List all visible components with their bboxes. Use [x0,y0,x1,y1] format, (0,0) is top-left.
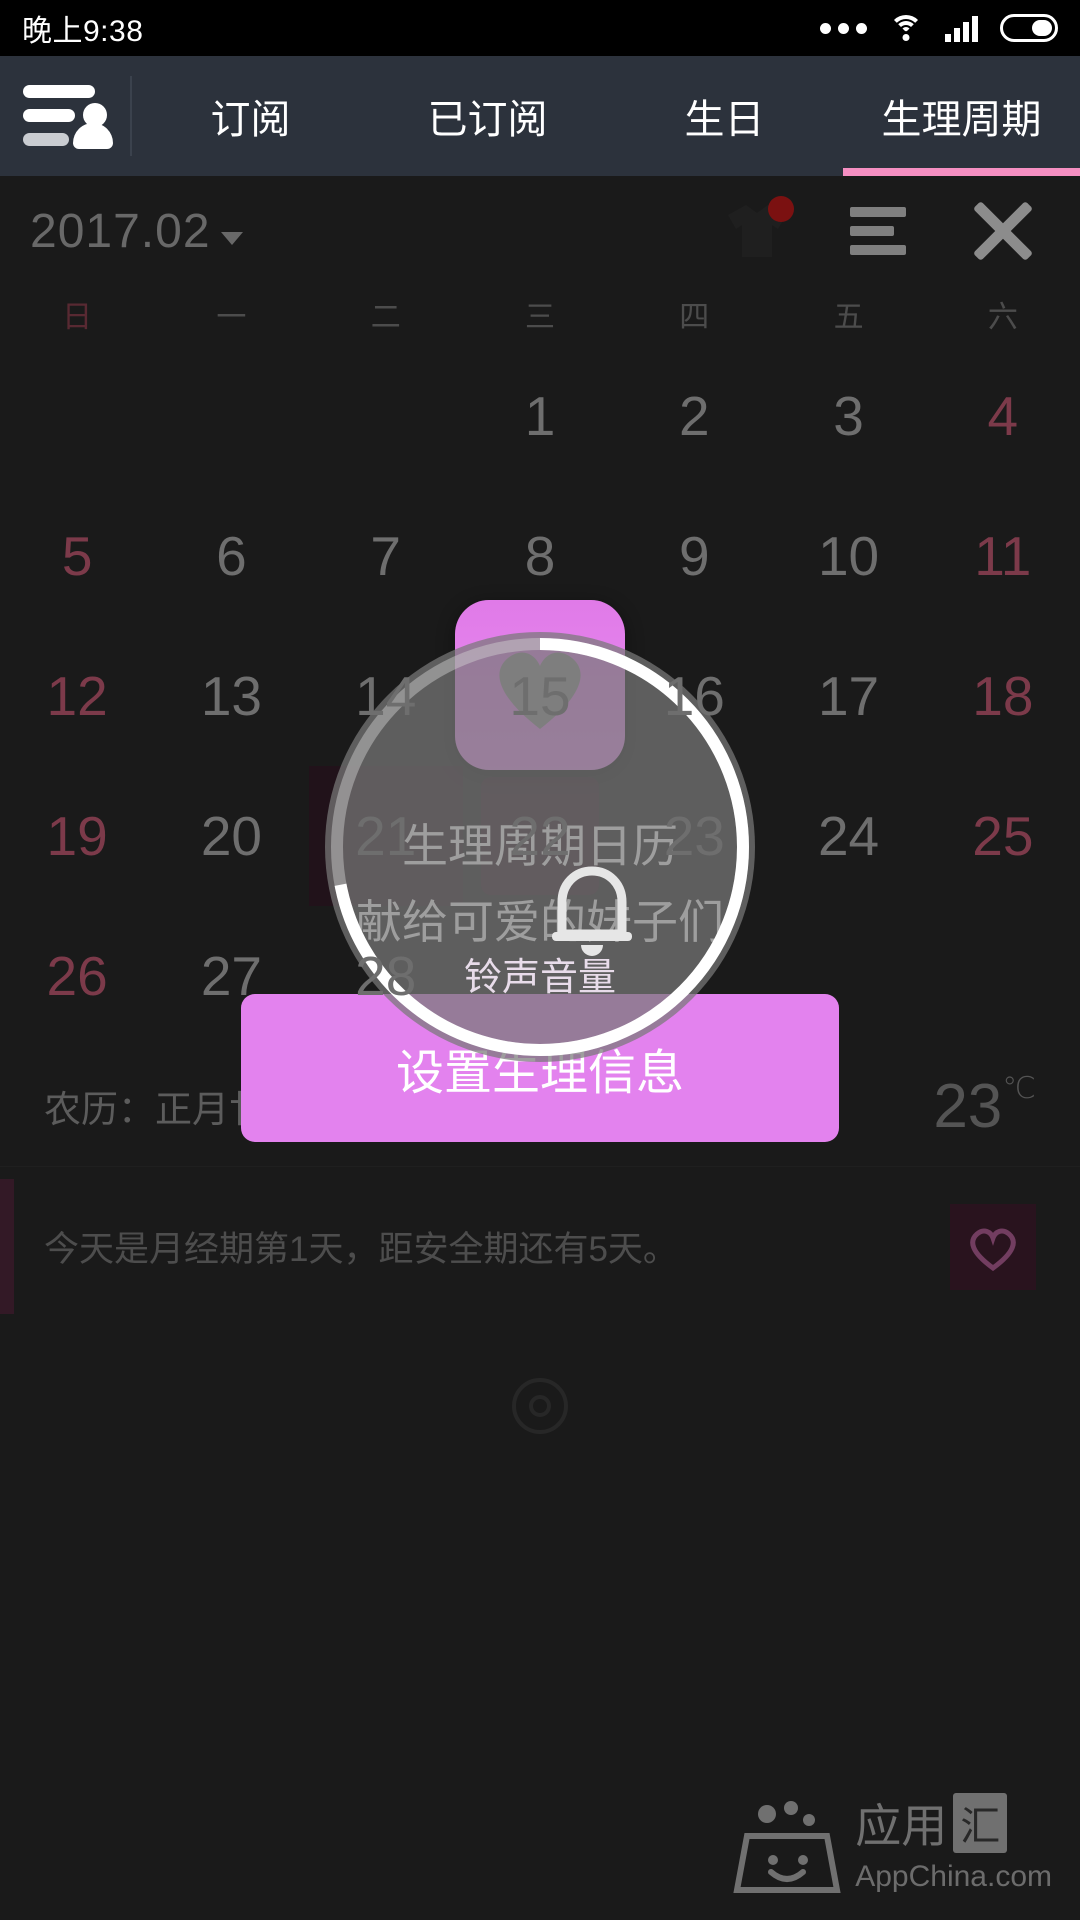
menu-user-icon[interactable] [0,56,132,176]
tab-list: 订阅 已订阅 生日 生理周期 [132,56,1080,176]
calendar-day-label: 25 [972,805,1034,867]
calendar-day-label: 19 [46,805,108,867]
calendar-day-label: 20 [200,805,263,867]
menu-user-glyph [23,85,113,149]
tab-label: 生理周期 [881,98,1042,142]
watermark-cn: 应用 汇 [855,1790,1008,1856]
status-icons [820,14,1058,42]
calendar-day-label: 13 [200,665,263,727]
phone-screen: 晚上9:38 订阅 已订阅 生日 生理周期 2017.02 日 一 二 三 四 … [0,0,1080,1920]
status-bar: 晚上9:38 [0,0,1080,56]
calendar-day-label: 9 [678,525,710,587]
watermark-cn-badge: 汇 [953,1793,1008,1853]
wifi-icon [889,15,923,41]
tab-subscribed[interactable]: 已订阅 [369,56,606,176]
calendar-day-label: 12 [46,665,108,727]
tab-label: 生日 [684,98,765,142]
tab-cycle[interactable]: 生理周期 [843,56,1080,176]
tab-label: 订阅 [210,98,291,142]
watermark-text: 应用 汇 AppChina.com [855,1790,1052,1894]
tab-active-indicator [843,168,1080,176]
calendar-day-label: 22 [509,805,571,867]
more-dots-icon [820,22,867,34]
tab-subscribe[interactable]: 订阅 [132,56,369,176]
volume-label: 铃声音量 [463,956,617,999]
calendar-day-label: 4 [987,385,1019,447]
watermark: 应用 汇 AppChina.com [733,1790,1052,1894]
calendar-day-label: 8 [524,525,556,587]
calendar-day-label: 27 [200,945,263,1007]
calendar-day-label: 11 [974,525,1032,587]
calendar-day-label: 2 [678,385,710,447]
calendar-day-label: 16 [663,665,725,727]
calendar-day-label: 7 [370,525,401,587]
tab-bar: 订阅 已订阅 生日 生理周期 [0,56,1080,176]
status-time: 晚上9:38 [22,15,144,48]
tab-birthday[interactable]: 生日 [606,56,843,176]
calendar-day-label: 17 [817,665,880,727]
calendar-day-label: 18 [972,665,1034,727]
signal-icon [945,14,978,42]
watermark-en: AppChina.com [855,1860,1052,1893]
calendar-day-label: 21 [355,805,417,867]
appchina-logo [733,1798,841,1894]
battery-icon [1000,14,1058,42]
calendar-day-label: 1 [524,385,556,447]
calendar-day-label: 24 [817,805,880,867]
calendar-day-label: 5 [61,525,93,587]
calendar-day-label: 28 [355,945,417,1007]
calendar-day-label: 6 [216,525,247,587]
tab-label: 已订阅 [427,98,548,142]
calendar-day-label: 3 [833,385,864,447]
calendar-day-label: 23 [663,805,725,867]
watermark-cn-left: 应用 [855,1800,948,1852]
calendar-day-label: 10 [817,525,880,587]
calendar-day-label: 14 [355,665,417,727]
calendar-day-label: 15 [509,665,571,727]
calendar-day-label: 26 [46,945,108,1007]
